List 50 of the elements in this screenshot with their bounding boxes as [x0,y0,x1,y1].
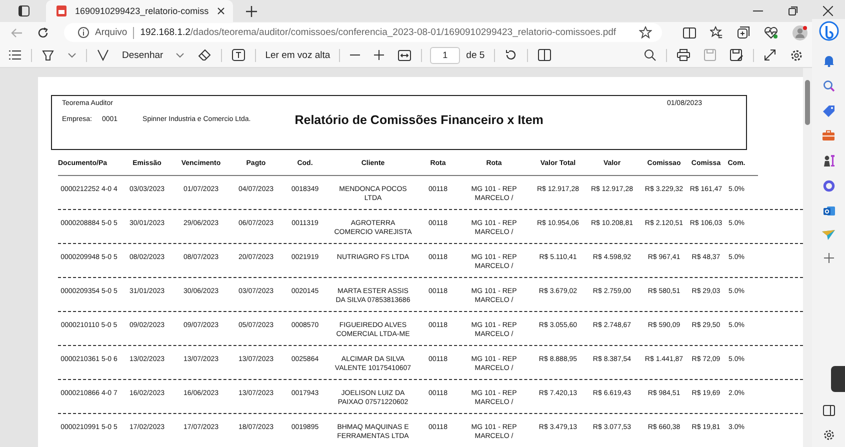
split-screen-icon[interactable] [683,26,696,38]
collections-icon[interactable] [737,26,750,39]
scheme-label: Arquivo [95,27,128,38]
draw-button[interactable]: Desenhar [122,50,164,60]
heartbeat-icon[interactable] [764,26,778,39]
eraser-icon[interactable] [198,49,212,61]
scrollbar[interactable] [803,68,812,447]
print-icon[interactable] [677,49,690,61]
close-icon[interactable] [823,6,833,16]
bell-icon[interactable] [822,54,834,67]
settings-icon[interactable] [822,429,834,441]
floating-tab[interactable] [831,366,845,392]
search-icon[interactable] [644,49,656,61]
copilot-icon[interactable] [818,21,838,41]
zoom-in-icon[interactable] [374,50,384,60]
address-bar[interactable]: Arquivo 192.168.1.2/dados/teorema/auditor/comissoes/conferencia_2023-08-01/1690910299423_relatorio-comissoes.pdf [64,23,662,42]
read-aloud-button[interactable]: Ler em voz alta [265,50,330,60]
fullscreen-icon[interactable] [764,49,776,61]
star-icon[interactable] [639,26,652,39]
tag-icon[interactable] [822,105,834,117]
info-icon [78,27,89,38]
browser-tab[interactable]: 1690910299423_relatorio-comiss [46,0,233,22]
mail-app-icon[interactable] [822,205,834,217]
favorites-icon[interactable] [710,26,723,39]
pdf-icon [56,5,67,17]
ring-icon[interactable] [822,180,834,192]
plus-icon[interactable] [824,253,834,263]
briefcase-icon[interactable] [822,130,835,141]
page-number-field[interactable]: 1 [430,46,460,64]
profile-avatar-icon[interactable] [792,24,808,40]
tab-actions-icon[interactable] [18,5,30,17]
url-text: 192.168.1.2/dados/teorema/auditor/comissoes/conferencia_2023-08-01/1690910299423_relatorio-comissoes.pdf [140,27,616,38]
save-as-icon[interactable] [730,49,743,61]
contents-icon[interactable] [9,50,21,60]
tab-title: 1690910299423_relatorio-comiss [75,6,209,16]
paper-plane-icon[interactable] [822,230,835,240]
caret-icon[interactable] [176,52,184,58]
caret-icon[interactable] [68,52,76,58]
settings-icon[interactable] [790,48,803,62]
fit-width-icon[interactable] [398,50,412,60]
report-title: Relatório de Comissões Financeiro x Item [294,113,544,127]
close-icon[interactable] [216,7,225,15]
page-count: de 5 [466,50,485,60]
sidebar-panel-icon[interactable] [822,405,834,416]
new-tab-icon[interactable] [246,6,257,16]
page-view-icon[interactable] [538,49,551,61]
rotate-icon[interactable] [504,49,517,61]
text-box-icon[interactable] [232,49,246,61]
restore-icon[interactable] [788,6,798,16]
reload-icon[interactable] [37,26,49,38]
